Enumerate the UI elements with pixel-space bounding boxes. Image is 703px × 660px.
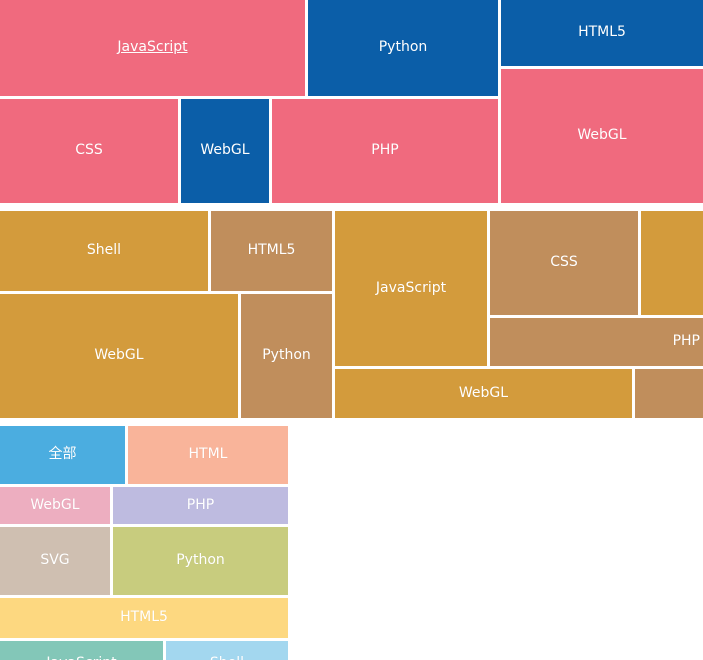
treemap-tile[interactable]: PHP [272, 99, 498, 203]
treemap-tile[interactable]: HTML [128, 426, 288, 484]
treemap-tile[interactable]: JavaScript [335, 211, 487, 366]
treemap-tile-label: WebGL [458, 384, 509, 401]
treemap-tile-label: 全部 [48, 446, 77, 463]
treemap-tile[interactable]: HTML5 [0, 598, 288, 638]
treemap-tile[interactable]: PHP [113, 487, 288, 524]
treemap-tile-label: Python [176, 552, 225, 569]
treemap-tile-label: PHP [672, 333, 700, 350]
treemap-tile[interactable] [635, 369, 703, 418]
treemap-pastel: 全部 HTML WebGL PHP SVG Python HTML5 JavaScript Sh… [0, 426, 288, 660]
treemap-tile[interactable]: Python [308, 0, 498, 96]
treemap-tile-label: CSS [75, 142, 103, 159]
treemap-tile[interactable]: Python [241, 294, 332, 418]
treemap-tile-label: PHP [371, 142, 399, 159]
treemap-tile-label: Shell [207, 655, 247, 660]
treemap-tile-label: Python [378, 39, 428, 56]
treemap-tile[interactable]: SVG [0, 527, 110, 595]
treemap-tile-label: HTML5 [578, 24, 626, 41]
treemap-tile[interactable]: CSS [490, 211, 638, 315]
treemap-tile[interactable]: 全部 [0, 426, 125, 484]
treemap-tile[interactable]: WebGL [501, 69, 703, 203]
treemap-gold-tan: Shell HTML5 WebGL Python JavaScript CSS PHP Web… [0, 211, 703, 418]
treemap-tile-label: PHP [186, 496, 215, 513]
treemap-tile[interactable]: PHP [490, 318, 703, 366]
treemap-tile[interactable]: WebGL [181, 99, 269, 203]
treemap-tile-label: JavaScript [117, 39, 188, 56]
treemap-tile[interactable]: Python [113, 527, 288, 595]
treemap-tile-label: JavaScript [43, 655, 119, 660]
treemap-tile[interactable]: Shell [166, 641, 288, 660]
treemap-tile-label: WebGL [30, 496, 80, 513]
treemap-tile[interactable]: Shell [0, 211, 208, 291]
treemap-tile-label: WebGL [577, 127, 627, 144]
treemap-tile-label: WebGL [94, 347, 144, 364]
treemap-tile-label: Python [262, 347, 311, 364]
treemap-tile-label: JavaScript [375, 279, 447, 296]
treemap-tile[interactable]: WebGL [335, 369, 632, 418]
treemap-tile[interactable]: WebGL [0, 294, 238, 418]
treemap-tile[interactable]: HTML5 [211, 211, 332, 291]
treemap-tile-label: HTML [188, 446, 228, 463]
treemap-tile-label: HTML5 [247, 242, 296, 259]
treemap-tile[interactable]: JavaScript [0, 641, 163, 660]
treemap-pink-blue: JavaScript Python HTML5 CSS WebGL PHP WebGL [0, 0, 703, 203]
treemap-tile-label: HTML5 [120, 609, 168, 626]
treemap-tile[interactable]: CSS [0, 99, 178, 203]
treemap-tile[interactable] [641, 211, 703, 315]
treemap-tile[interactable]: HTML5 [501, 0, 703, 66]
treemap-tile-label: CSS [550, 254, 578, 271]
treemap-tile-label: Shell [86, 242, 122, 259]
treemap-tile[interactable]: JavaScript [0, 0, 305, 96]
treemap-tile-label: SVG [40, 552, 70, 569]
treemap-tile[interactable]: WebGL [0, 487, 110, 524]
treemap-tile-label: WebGL [200, 142, 250, 159]
